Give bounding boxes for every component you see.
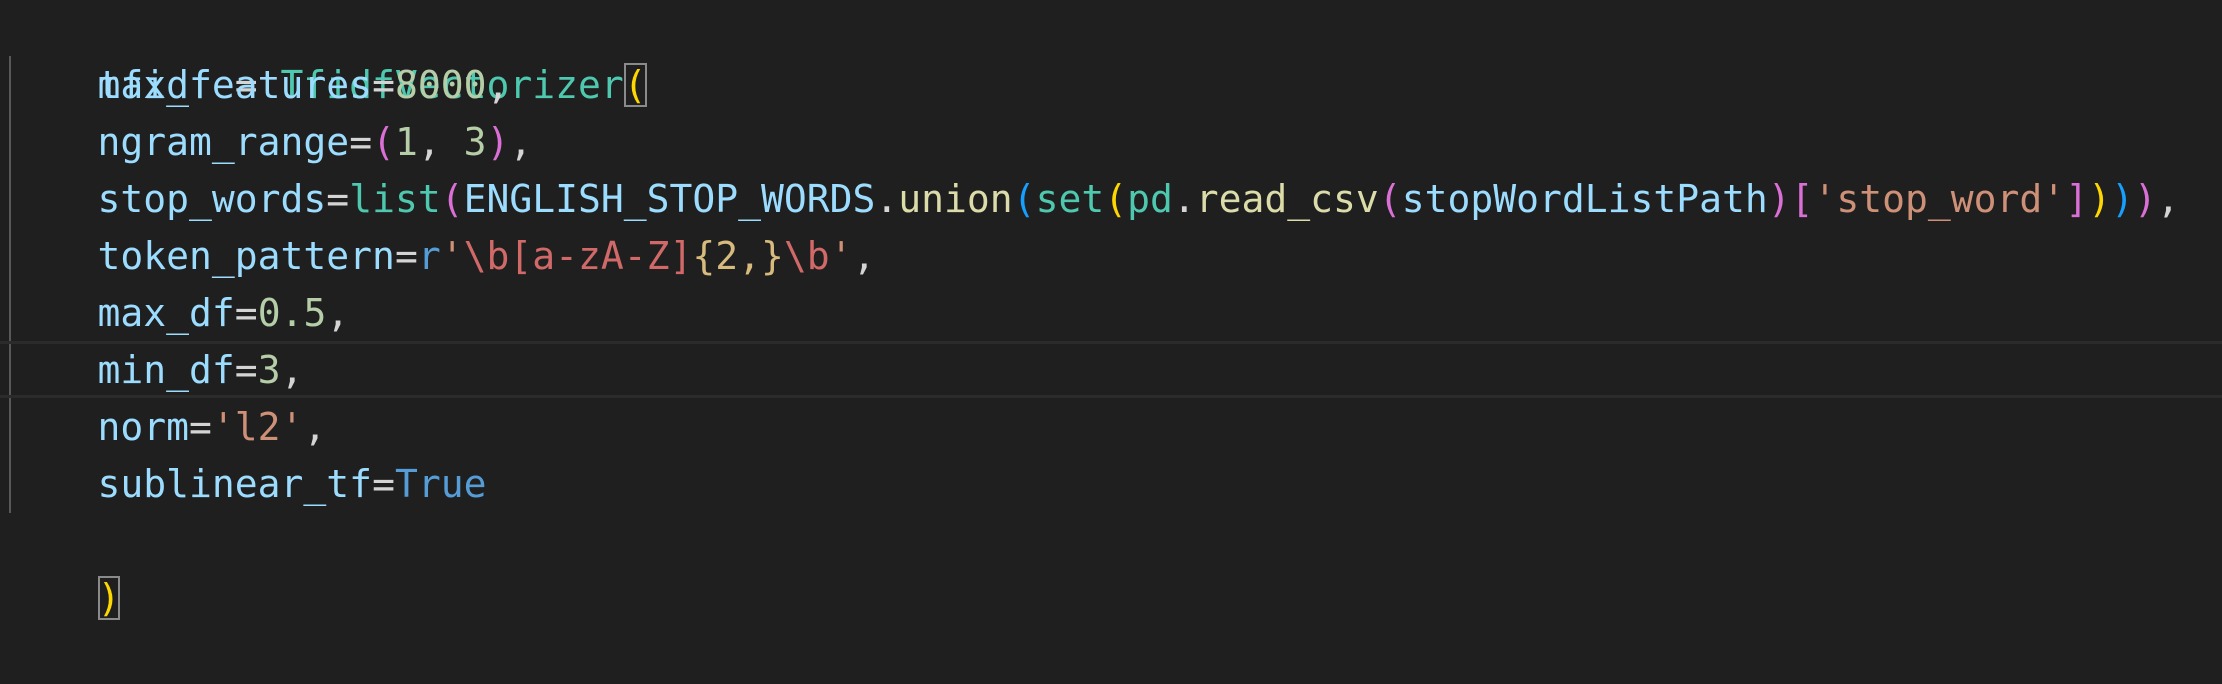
operator-token: = <box>372 462 395 506</box>
punctuation-token: . <box>875 177 899 221</box>
code-line-2[interactable]: max_features=8000, <box>6 57 510 114</box>
punctuation-token: , <box>280 348 304 392</box>
parameter-token: min_df <box>97 348 235 392</box>
builtin-token: list <box>349 177 441 221</box>
operator-token: = <box>326 177 350 221</box>
bracket-token: ) <box>2088 177 2111 221</box>
bracket-token: ) <box>1767 177 1791 221</box>
string-token: 'l2' <box>211 405 304 449</box>
punctuation-token: , <box>417 120 464 164</box>
bracket-token: ) <box>486 120 510 164</box>
string-token: 'stop_word' <box>1813 177 2066 221</box>
code-line-1[interactable]: tfidf = TfidfVectorizer( <box>6 0 647 107</box>
punctuation-token: , <box>303 405 327 449</box>
code-line-8[interactable]: norm='l2', <box>6 399 327 456</box>
bracket-token: ] <box>2065 177 2089 221</box>
function-token: union <box>898 177 1013 221</box>
string-token: ' <box>440 234 464 278</box>
bracket-token: ) <box>2133 177 2157 221</box>
parameter-token: norm <box>97 405 190 449</box>
operator-token: = <box>234 348 258 392</box>
bracket-token: ) <box>2110 177 2134 221</box>
operator-token: = <box>394 234 418 278</box>
bracket-token: ( <box>440 177 464 221</box>
parameter-token: ngram_range <box>97 120 350 164</box>
regex-escape-token: \b <box>463 234 510 278</box>
punctuation-token: , <box>852 234 876 278</box>
bracket-token: [ <box>1790 177 1814 221</box>
module-token: pd <box>1127 177 1173 221</box>
matched-bracket-close: ) <box>97 576 121 620</box>
regex-escape-token: \b <box>783 234 830 278</box>
keyword-token: True <box>394 462 487 506</box>
constant-token: ENGLISH_STOP_WORDS <box>463 177 876 221</box>
punctuation-token: , <box>486 63 510 107</box>
punctuation-token: , <box>2156 177 2180 221</box>
code-line-3[interactable]: ngram_range=(1, 3), <box>6 114 533 171</box>
code-line-10[interactable]: ) <box>6 513 121 620</box>
code-line-6[interactable]: max_df=0.5, <box>6 285 350 342</box>
bracket-token: ( <box>1012 177 1036 221</box>
bracket-token: ( <box>1104 177 1128 221</box>
code-line-5[interactable]: token_pattern=r'\b[a-zA-Z]{2,}\b', <box>6 228 876 285</box>
bracket-token: ( <box>372 120 395 164</box>
string-token: ' <box>829 234 853 278</box>
code-line-7[interactable]: min_df=3, <box>6 342 304 399</box>
code-editor[interactable]: tfidf = TfidfVectorizer( max_features=80… <box>0 0 2222 620</box>
number-token: 1 <box>394 120 418 164</box>
punctuation-token: , <box>326 291 350 335</box>
operator-token: = <box>372 63 395 107</box>
number-token: 3 <box>463 120 487 164</box>
number-token: 8000 <box>394 63 487 107</box>
parameter-token: sublinear_tf <box>97 462 373 506</box>
code-line-4[interactable]: stop_words=list(ENGLISH_STOP_WORDS.union… <box>6 171 2180 228</box>
builtin-token: set <box>1035 177 1105 221</box>
parameter-token: stop_words <box>97 177 327 221</box>
bracket-token: ( <box>1378 177 1402 221</box>
regex-quantifier-token: {2,} <box>692 234 784 278</box>
parameter-token: max_df <box>97 291 235 335</box>
punctuation-token: . <box>1172 177 1196 221</box>
operator-token: = <box>234 291 258 335</box>
function-token: read_csv <box>1195 177 1379 221</box>
regex-class-token: [a-zA-Z] <box>509 234 693 278</box>
current-line-highlight <box>0 341 2222 398</box>
punctuation-token: , <box>509 120 533 164</box>
variable-token: stopWordListPath <box>1401 177 1768 221</box>
parameter-token: token_pattern <box>97 234 395 278</box>
number-token: 0.5 <box>257 291 327 335</box>
code-line-9[interactable]: sublinear_tf=True <box>6 456 487 513</box>
string-prefix-token: r <box>417 234 441 278</box>
matched-bracket-open: ( <box>623 63 647 107</box>
operator-token: = <box>349 120 373 164</box>
operator-token: = <box>189 405 212 449</box>
parameter-token: max_features <box>97 63 373 107</box>
number-token: 3 <box>257 348 281 392</box>
